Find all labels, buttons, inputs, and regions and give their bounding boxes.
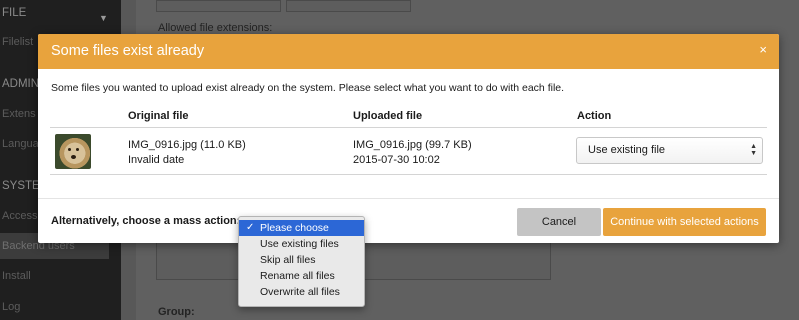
dropdown-option-please-choose[interactable]: ✓ Please choose [239,220,364,236]
sidebar-item-label: Access [2,210,38,222]
sidebar-item-label: Extens [2,108,36,120]
continue-button[interactable]: Continue with selected actions [603,208,766,236]
sidebar-item-label: Log [2,301,21,313]
dropdown-option-rename-all[interactable]: Rename all files [239,268,364,284]
close-icon[interactable]: × [759,42,767,57]
table-row-divider [50,174,767,175]
file-action-value: Use existing file [588,144,666,156]
sidebar-item-install[interactable]: Install [0,263,121,289]
dialog-intro-text: Some files you wanted to upload exist al… [51,82,565,94]
option-label: Please choose [260,222,329,234]
group-label: Group: [158,306,195,318]
mass-action-dropdown[interactable]: ✓ Please choose Use existing files Skip … [238,216,365,307]
option-label: Skip all files [260,254,316,266]
sidebar-item-log[interactable]: Log [0,294,121,320]
option-label: Overwrite all files [260,286,340,298]
uploaded-file-date: 2015-07-30 10:02 [353,154,440,166]
allowed-extensions-label: Allowed file extensions: [158,22,273,34]
cancel-button[interactable]: Cancel [517,208,601,236]
dialog-header: Some files exist already × [38,34,779,69]
table-header-divider [50,127,767,128]
sidebar-item-label: Filelist [2,36,34,48]
column-header-original: Original file [128,110,189,122]
file-thumbnail [55,134,91,169]
option-label: Use existing files [260,238,339,250]
dropdown-option-skip-all[interactable]: Skip all files [239,252,364,268]
original-file-date: Invalid date [128,154,185,166]
sidebar-item-label: ADMIN [2,78,40,90]
original-file-name: IMG_0916.jpg (11.0 KB) [128,139,246,151]
dialog-footer-divider [38,198,779,199]
option-label: Rename all files [260,270,335,282]
sidebar-section-file[interactable]: FILE ▼ [0,0,121,26]
sidebar-item-label: FILE [2,7,27,19]
sidebar-item-label: Install [2,270,31,282]
checkmark-icon: ✓ [246,222,255,233]
column-header-uploaded: Uploaded file [353,110,423,122]
form-input[interactable] [286,0,411,12]
file-action-select[interactable]: Use existing file ▲ ▼ [576,137,763,164]
select-arrows-icon: ▲ ▼ [750,143,757,157]
sidebar-item-label: SYSTE [2,180,40,192]
form-input[interactable] [156,0,281,12]
dropdown-option-overwrite-all[interactable]: Overwrite all files [239,284,364,300]
file-exists-dialog: Some files exist already × Some files yo… [38,34,779,243]
chevron-down-icon[interactable]: ▼ [99,5,108,26]
dropdown-option-use-existing[interactable]: Use existing files [239,236,364,252]
column-header-action: Action [577,110,612,122]
uploaded-file-name: IMG_0916.jpg (99.7 KB) [353,139,472,151]
sidebar-item-label: Langua [2,138,39,150]
mass-action-label: Alternatively, choose a mass action: [51,215,241,227]
dialog-title: Some files exist already [51,43,205,59]
